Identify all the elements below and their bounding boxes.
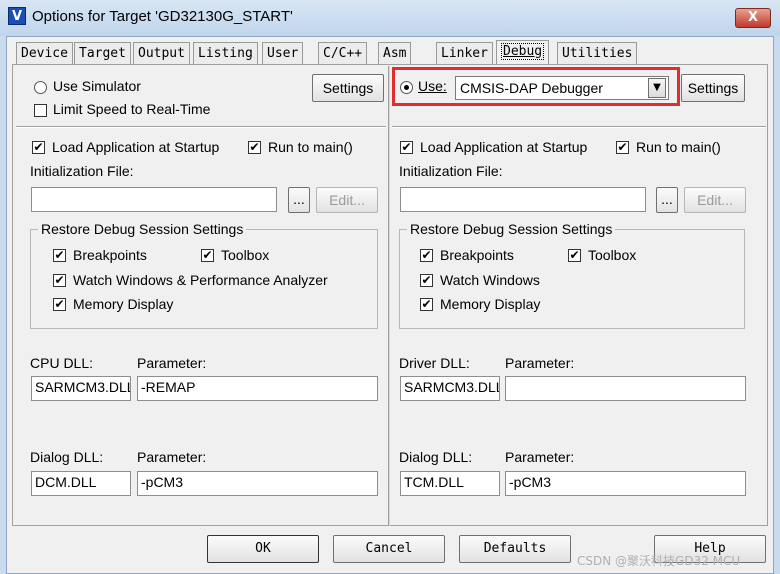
- close-button[interactable]: X: [735, 8, 771, 28]
- left-init-file-label: Initialization File:: [30, 163, 134, 179]
- right-toolbox-checkbox[interactable]: ✔: [568, 249, 581, 262]
- use-simulator-radio[interactable]: [34, 81, 47, 94]
- limit-speed-checkbox[interactable]: [34, 104, 47, 117]
- tab-debug-label: Debug: [501, 43, 545, 60]
- tab-utilities[interactable]: Utilities: [557, 42, 638, 64]
- driver-dll-input[interactable]: SARMCM3.DLL: [400, 376, 500, 401]
- right-dialog-param-input[interactable]: -pCM3: [505, 471, 746, 496]
- cpu-param-label: Parameter:: [137, 355, 207, 371]
- right-dialog-dll-label: Dialog DLL:: [399, 449, 473, 465]
- left-restore-title: Restore Debug Session Settings: [38, 221, 247, 237]
- right-breakpoints-label: Breakpoints: [440, 247, 514, 263]
- left-toolbox-checkbox[interactable]: ✔: [201, 249, 214, 262]
- tab-listing[interactable]: Listing: [193, 42, 258, 64]
- driver-dll-label: Driver DLL:: [399, 355, 470, 371]
- debugger-select-value: CMSIS-DAP Debugger: [460, 80, 603, 96]
- right-init-file-input[interactable]: [400, 187, 646, 212]
- left-toolbox-label: Toolbox: [221, 247, 270, 263]
- debugger-select[interactable]: CMSIS-DAP Debugger: [455, 76, 669, 100]
- left-run-to-main-label: Run to main(): [268, 139, 353, 155]
- right-dialog-dll-input[interactable]: TCM.DLL: [400, 471, 500, 496]
- left-watch-label: Watch Windows & Performance Analyzer: [73, 272, 328, 288]
- cpu-dll-input[interactable]: SARMCM3.DLL: [31, 376, 131, 401]
- limit-speed-label: Limit Speed to Real-Time: [53, 101, 211, 117]
- right-watch-checkbox[interactable]: ✔: [420, 274, 433, 287]
- right-separator: [392, 126, 766, 128]
- left-load-app-checkbox[interactable]: ✔: [32, 141, 45, 154]
- left-init-file-input[interactable]: [31, 187, 277, 212]
- simulator-settings-button[interactable]: Settings: [312, 74, 384, 102]
- tab-linker[interactable]: Linker: [436, 42, 493, 64]
- use-debugger-radio[interactable]: [400, 81, 413, 94]
- defaults-button[interactable]: Defaults: [459, 535, 571, 563]
- right-memory-checkbox[interactable]: ✔: [420, 298, 433, 311]
- right-memory-label: Memory Display: [440, 296, 541, 312]
- cancel-button[interactable]: Cancel: [333, 535, 445, 563]
- right-breakpoints-checkbox[interactable]: ✔: [420, 249, 433, 262]
- left-dialog-dll-input[interactable]: DCM.DLL: [31, 471, 131, 496]
- tab-target[interactable]: Target: [74, 42, 131, 64]
- left-memory-label: Memory Display: [73, 296, 174, 312]
- app-icon: V: [8, 7, 26, 25]
- right-toolbox-label: Toolbox: [588, 247, 637, 263]
- tab-device[interactable]: Device: [16, 42, 73, 64]
- left-memory-checkbox[interactable]: ✔: [53, 298, 66, 311]
- left-run-to-main-checkbox[interactable]: ✔: [248, 141, 261, 154]
- right-watch-label: Watch Windows: [440, 272, 540, 288]
- window-title: Options for Target 'GD32130G_START': [32, 8, 293, 25]
- driver-param-label: Parameter:: [505, 355, 575, 371]
- ok-button[interactable]: OK: [207, 535, 319, 563]
- tab-output[interactable]: Output: [133, 42, 190, 64]
- right-browse-button[interactable]: ...: [656, 187, 678, 213]
- left-separator: [16, 126, 386, 128]
- right-dialog-param-label: Parameter:: [505, 449, 575, 465]
- watermark-text: CSDN @聚沃科技GD32 MCU: [577, 554, 741, 568]
- right-init-file-label: Initialization File:: [399, 163, 503, 179]
- left-dialog-param-label: Parameter:: [137, 449, 207, 465]
- tab-c-cpp[interactable]: C/C++: [318, 42, 368, 64]
- right-restore-title: Restore Debug Session Settings: [407, 221, 616, 237]
- left-browse-button[interactable]: ...: [288, 187, 310, 213]
- left-load-app-label: Load Application at Startup: [52, 139, 220, 155]
- right-edit-button[interactable]: Edit...: [684, 187, 746, 213]
- left-dialog-param-input[interactable]: -pCM3: [137, 471, 378, 496]
- use-simulator-label: Use Simulator: [53, 78, 141, 94]
- cpu-dll-label: CPU DLL:: [30, 355, 94, 371]
- right-run-to-main-checkbox[interactable]: ✔: [616, 141, 629, 154]
- left-edit-button[interactable]: Edit...: [316, 187, 378, 213]
- left-dialog-dll-label: Dialog DLL:: [30, 449, 104, 465]
- left-breakpoints-label: Breakpoints: [73, 247, 147, 263]
- right-load-app-checkbox[interactable]: ✔: [400, 141, 413, 154]
- cpu-param-input[interactable]: -REMAP: [137, 376, 378, 401]
- tab-debug[interactable]: Debug: [496, 40, 550, 65]
- right-load-app-label: Load Application at Startup: [420, 139, 588, 155]
- driver-param-input[interactable]: [505, 376, 746, 401]
- left-breakpoints-checkbox[interactable]: ✔: [53, 249, 66, 262]
- right-run-to-main-label: Run to main(): [636, 139, 721, 155]
- tab-user[interactable]: User: [262, 42, 304, 64]
- tab-asm[interactable]: Asm: [378, 42, 412, 64]
- panel-divider: [388, 66, 390, 526]
- debugger-settings-button[interactable]: Settings: [681, 74, 745, 102]
- chevron-down-icon[interactable]: ▼: [648, 78, 666, 98]
- use-label: Use:: [418, 78, 447, 94]
- left-watch-checkbox[interactable]: ✔: [53, 274, 66, 287]
